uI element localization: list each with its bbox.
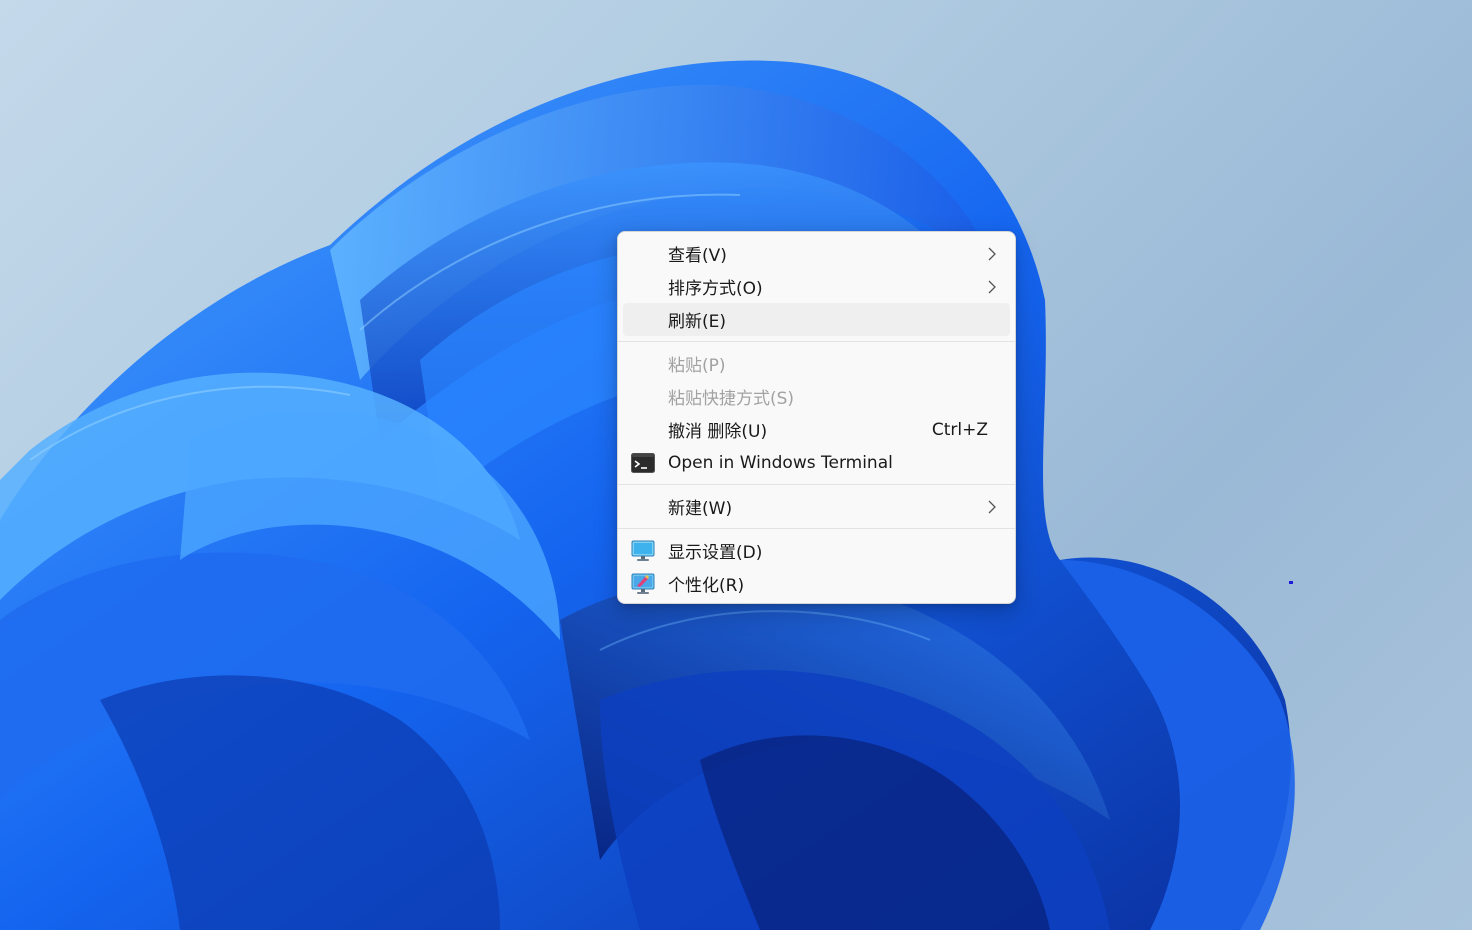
- display-settings-icon: [631, 540, 655, 562]
- menu-item-label: 刷新(E): [668, 312, 727, 332]
- menu-separator: [618, 528, 1015, 529]
- menu-item-label: 粘贴快捷方式(S): [668, 389, 795, 409]
- terminal-icon: [631, 452, 655, 474]
- menu-item-shortcut: Ctrl+Z: [931, 419, 988, 440]
- menu-item-label: 撤消 删除(U): [668, 422, 768, 442]
- menu-item-label: 查看(V): [668, 246, 727, 266]
- mouse-pointer-dot: [1289, 581, 1293, 584]
- chevron-right-icon: [988, 280, 996, 294]
- menu-item-view[interactable]: 查看(V): [623, 237, 1010, 270]
- desktop[interactable]: 查看(V) 排序方式(O) 刷新(E) 粘贴(P) 粘贴快捷方式(S) 撤消 删…: [0, 0, 1472, 930]
- menu-item-label: 个性化(R): [668, 576, 745, 596]
- menu-item-label: Open in Windows Terminal: [668, 452, 893, 473]
- menu-item-label: 显示设置(D): [668, 543, 763, 563]
- menu-item-personalize[interactable]: 个性化(R): [623, 567, 1010, 600]
- menu-item-new[interactable]: 新建(W): [623, 490, 1010, 523]
- chevron-right-icon: [988, 500, 996, 514]
- desktop-context-menu: 查看(V) 排序方式(O) 刷新(E) 粘贴(P) 粘贴快捷方式(S) 撤消 删…: [617, 231, 1016, 604]
- menu-item-paste[interactable]: 粘贴(P): [623, 347, 1010, 380]
- menu-item-undo-delete[interactable]: 撤消 删除(U) Ctrl+Z: [623, 413, 1010, 446]
- menu-item-sort-by[interactable]: 排序方式(O): [623, 270, 1010, 303]
- menu-item-label: 新建(W): [668, 499, 733, 519]
- menu-separator: [618, 341, 1015, 342]
- menu-item-open-terminal[interactable]: Open in Windows Terminal: [623, 446, 1010, 479]
- personalize-icon: [631, 573, 655, 595]
- menu-item-label: 粘贴(P): [668, 356, 726, 376]
- menu-item-refresh[interactable]: 刷新(E): [623, 303, 1010, 336]
- menu-separator: [618, 484, 1015, 485]
- chevron-right-icon: [988, 247, 996, 261]
- menu-item-paste-shortcut[interactable]: 粘贴快捷方式(S): [623, 380, 1010, 413]
- menu-item-label: 排序方式(O): [668, 279, 763, 299]
- menu-item-display-settings[interactable]: 显示设置(D): [623, 534, 1010, 567]
